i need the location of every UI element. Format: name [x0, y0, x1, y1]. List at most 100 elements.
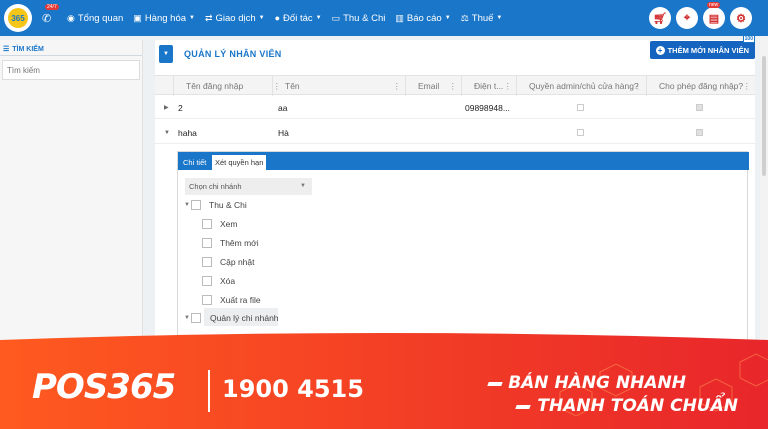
column-header-login[interactable]: Cho phép đăng nhập? ⋮ [646, 76, 755, 96]
nav-label: Thuế [471, 12, 494, 24]
nav-tax[interactable]: ⚖ Thuế ▼ [456, 13, 508, 24]
nav-partners[interactable]: ● Đối tác ▼ [270, 13, 327, 24]
column-label: Cho phép đăng nhập? [659, 81, 744, 91]
cell-phone: 09898948... [465, 103, 510, 113]
column-label: Điện t... [474, 81, 504, 91]
nav-label: Báo cáo [406, 12, 442, 24]
new-badge: new [707, 2, 721, 8]
scale-icon: ⚖ [460, 12, 469, 23]
permission-label: Xuất ra file [220, 295, 261, 305]
page-title: QUẢN LÝ NHÂN VIÊN [184, 49, 282, 59]
permission-group-label: Quản lý chi nhánh [210, 313, 279, 323]
decorative-dash [515, 405, 531, 409]
main-nav: ◉ Tổng quan ▣ Hàng hóa ▼ ⇄ Giao dịch ▼ ●… [62, 13, 507, 24]
dashboard-icon: ◉ [67, 12, 75, 23]
column-menu-icon[interactable]: ⋮ [504, 76, 513, 96]
page-header: ▼ QUẢN LÝ NHÂN VIÊN + THÊM MỚI NHÂN VIÊN… [155, 35, 755, 68]
hotline-badge: 24/7 [45, 3, 59, 10]
permission-checkbox[interactable] [202, 257, 212, 267]
box-icon: ▣ [133, 12, 142, 23]
search-input[interactable] [2, 60, 140, 80]
branch-select[interactable]: Chọn chi nhánh ▼ [185, 178, 312, 195]
collapse-toggle-icon[interactable]: ▼ [159, 45, 173, 63]
column-header-username[interactable]: Tên đăng nhập ⋮ [173, 76, 285, 96]
table-row[interactable]: ▶ 2 aa 09898948... [155, 97, 755, 119]
settings-button[interactable]: ⚙ [730, 7, 752, 29]
login-allowed-checkbox[interactable] [696, 129, 703, 136]
search-panel-header: ☰ TÌM KIẾM [0, 40, 142, 56]
column-label: Tên [285, 81, 300, 91]
detail-tabs: Chi tiết Xét quyền hạn [178, 152, 749, 170]
nav-overview[interactable]: ◉ Tổng quan [62, 13, 128, 24]
tab-permissions[interactable]: Xét quyền hạn [212, 155, 267, 170]
cell-name: aa [278, 103, 288, 113]
table-row[interactable]: ▼ haha Hà [155, 122, 755, 144]
column-menu-icon[interactable]: ⋮ [449, 76, 458, 96]
permission-label: Xóa [220, 276, 236, 286]
login-allowed-checkbox[interactable] [696, 104, 703, 111]
add-employee-label: THÊM MỚI NHÂN VIÊN [667, 45, 749, 55]
decorative-dash [487, 382, 503, 386]
column-label: Quyền admin/chủ cửa hàng? [529, 81, 639, 91]
expand-row-icon[interactable]: ▶ [164, 97, 169, 119]
collapse-row-icon[interactable]: ▼ [164, 122, 170, 144]
banner-slogan-line1: BÁN HÀNG NHANH [508, 373, 686, 393]
nav-cashflow[interactable]: ▭ Thu & Chi [327, 13, 391, 24]
admin-checkbox[interactable] [577, 129, 584, 136]
banner-divider [208, 370, 210, 412]
admin-checkbox[interactable] [577, 104, 584, 111]
count-badge: 100 [742, 35, 755, 43]
chevron-down-icon: ▼ [258, 15, 265, 21]
permission-checkbox[interactable] [202, 219, 212, 229]
chevron-down-icon: ▼ [315, 15, 322, 21]
cell-username: 2 [178, 103, 183, 113]
top-navbar: 365 ✆ 24/7 ◉ Tổng quan ▣ Hàng hóa ▼ ⇄ Gi… [0, 0, 768, 36]
cell-username: haha [178, 128, 197, 138]
permission-checkbox[interactable] [191, 200, 201, 210]
cart-button[interactable]: 🛒︎ [649, 7, 671, 29]
app-logo[interactable]: 365 [4, 4, 32, 32]
page-scrollbar[interactable] [760, 36, 768, 360]
gift-button[interactable]: ▤ new [703, 2, 725, 29]
nav-label: Giao dịch [215, 12, 256, 24]
list-icon: ☰ [3, 46, 10, 53]
plus-icon: + [655, 45, 665, 55]
chevron-down-icon: ▼ [189, 15, 195, 21]
tab-details[interactable]: Chi tiết [180, 155, 209, 170]
tree-collapse-icon[interactable]: ▼ [184, 202, 190, 208]
topbar-actions: 🛒︎ ⌖ ▤ new ⚙ [649, 2, 752, 29]
chevron-down-icon: ▼ [496, 15, 503, 21]
scrollbar-thumb[interactable] [762, 56, 766, 176]
column-header-name[interactable]: Tên ⋮ [272, 76, 405, 96]
location-icon: ⌖ [683, 11, 691, 24]
search-panel-title: TÌM KIẾM [12, 45, 44, 53]
permission-checkbox[interactable] [202, 295, 212, 305]
permission-group-label: Thu & Chi [209, 200, 247, 210]
column-menu-icon[interactable]: ⋮ [634, 76, 643, 96]
cell-name: Hà [278, 128, 289, 138]
location-button[interactable]: ⌖ [676, 7, 698, 29]
column-header-email[interactable]: Email ⋮ [405, 76, 461, 96]
table-header: Tên đăng nhập ⋮ Tên ⋮ Email ⋮ Điện t... ⋮ Qu… [155, 75, 755, 96]
search-panel: ☰ TÌM KIẾM [0, 40, 143, 360]
column-menu-icon[interactable]: ⋮ [743, 76, 752, 96]
column-label: Email [418, 81, 440, 91]
chart-icon: ▥ [395, 12, 404, 23]
permission-checkbox[interactable] [202, 238, 212, 248]
tree-collapse-icon[interactable]: ▼ [184, 315, 190, 321]
nav-products[interactable]: ▣ Hàng hóa ▼ [128, 13, 200, 24]
column-menu-icon[interactable]: ⋮ [393, 76, 402, 96]
banner-phone: 1900 4515 [222, 375, 364, 403]
nav-reports[interactable]: ▥ Báo cáo ▼ [390, 13, 455, 24]
hotline-phone-icon[interactable]: ✆ 24/7 [42, 3, 59, 25]
column-header-phone[interactable]: Điện t... ⋮ [461, 76, 516, 96]
branch-select-value: Chọn chi nhánh [189, 182, 242, 191]
column-header-admin[interactable]: Quyền admin/chủ cửa hàng? ⋮ [516, 76, 646, 96]
chevron-down-icon: ▼ [444, 15, 451, 21]
nav-transactions[interactable]: ⇄ Giao dịch ▼ [200, 13, 270, 24]
permission-checkbox[interactable] [191, 313, 201, 323]
cart-icon: 🛒︎ [653, 12, 667, 25]
permission-checkbox[interactable] [202, 276, 212, 286]
permission-label: Thêm mới [220, 238, 259, 248]
add-employee-button[interactable]: + THÊM MỚI NHÂN VIÊN 100 [649, 35, 755, 59]
